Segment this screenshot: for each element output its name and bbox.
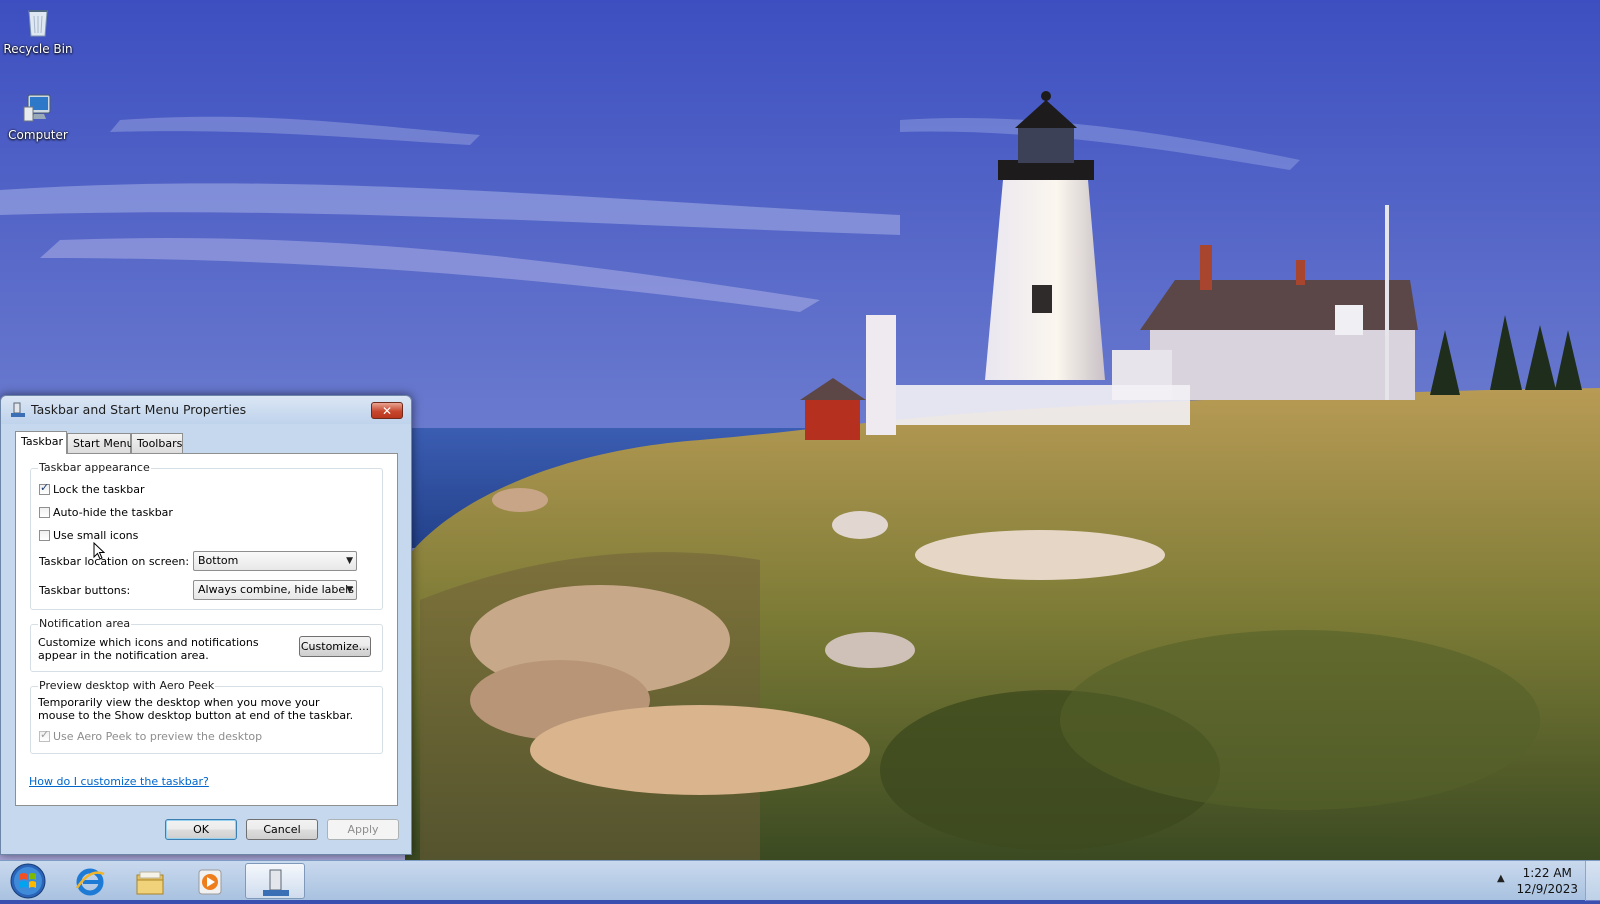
tab-page-taskbar: Taskbar appearance ✓ Lock the taskbar Aut… — [15, 453, 398, 806]
cancel-button[interactable]: Cancel — [246, 819, 318, 840]
taskbar-internet-explorer[interactable] — [62, 863, 118, 899]
checkbox-box[interactable] — [39, 507, 50, 518]
media-player-icon — [198, 869, 222, 895]
checkbox-box[interactable]: ✓ — [39, 481, 50, 495]
taskbar-properties-icon — [10, 402, 26, 418]
desktop-icon-label: Computer — [8, 128, 68, 142]
help-link[interactable]: How do I customize the taskbar? — [29, 775, 209, 788]
apply-button: Apply — [327, 819, 399, 840]
aero-peek-description: Temporarily view the desktop when you mo… — [38, 696, 354, 722]
buttons-label: Taskbar buttons: — [39, 584, 131, 597]
taskbar-buttons-select-value: Always combine, hide labels — [198, 583, 354, 596]
show-hidden-icons-button[interactable]: ▲ — [1497, 873, 1505, 884]
location-select-value: Bottom — [198, 554, 239, 567]
lock-taskbar-checkbox[interactable]: ✓ Lock the taskbar — [39, 481, 145, 496]
notification-area-group: Notification area Customize which icons … — [30, 617, 383, 672]
checkbox-label: Use Aero Peek to preview the desktop — [53, 730, 263, 743]
close-icon: ✕ — [381, 404, 393, 418]
desktop-icon-computer[interactable]: Computer — [0, 92, 76, 142]
chevron-down-icon: ▼ — [346, 585, 353, 595]
checkbox-label: Auto-hide the taskbar — [53, 506, 173, 519]
dialog-title: Taskbar and Start Menu Properties — [31, 402, 247, 417]
taskbar-properties-icon — [263, 869, 289, 896]
ok-button[interactable]: OK — [165, 819, 237, 840]
taskbar-properties-window[interactable] — [245, 863, 305, 899]
group-label: Taskbar appearance — [38, 461, 151, 474]
show-desktop-button[interactable] — [1585, 861, 1600, 901]
dialog-titlebar[interactable]: Taskbar and Start Menu Properties ✕ — [1, 396, 411, 424]
checkbox-label: Lock the taskbar — [53, 483, 145, 496]
mouse-cursor-icon — [93, 541, 106, 560]
taskbar-buttons-select[interactable]: Always combine, hide labels ▼ — [193, 580, 357, 600]
location-select[interactable]: Bottom ▼ — [193, 551, 357, 571]
checkbox-box[interactable] — [39, 530, 50, 541]
tab-taskbar[interactable]: Taskbar — [15, 431, 67, 454]
small-icons-checkbox[interactable]: Use small icons — [39, 529, 138, 542]
tab-toolbars[interactable]: Toolbars — [131, 433, 183, 453]
checkmark-icon: ✓ — [40, 728, 50, 741]
clock[interactable]: 1:22 AM 12/9/2023 — [1516, 865, 1578, 897]
checkbox-box: ✓ — [39, 728, 50, 742]
aero-peek-group: Preview desktop with Aero Peek Temporari… — [30, 679, 383, 754]
computer-icon — [22, 92, 54, 124]
desktop-icon-label: Recycle Bin — [3, 42, 73, 56]
checkmark-icon: ✓ — [40, 481, 50, 494]
internet-explorer-icon — [75, 868, 105, 896]
checkbox-label: Use small icons — [53, 529, 139, 542]
taskbar-media-player[interactable] — [182, 863, 238, 899]
taskbar-file-explorer[interactable] — [122, 863, 178, 899]
recycle-bin-icon — [22, 6, 54, 38]
chevron-down-icon: ▼ — [346, 556, 353, 566]
desktop-icon-recycle-bin[interactable]: Recycle Bin — [0, 6, 76, 56]
taskbar-properties-dialog: Taskbar and Start Menu Properties ✕ Task… — [0, 395, 412, 855]
taskbar: ▲ 1:22 AM 12/9/2023 — [0, 860, 1600, 901]
notification-description: Customize which icons and notifications … — [38, 636, 259, 662]
location-label: Taskbar location on screen: — [39, 555, 190, 568]
tab-start-menu[interactable]: Start Menu — [67, 433, 134, 453]
aero-peek-checkbox: ✓ Use Aero Peek to preview the desktop — [39, 728, 263, 743]
start-orb-icon — [10, 863, 46, 899]
clock-date: 12/9/2023 — [1516, 882, 1578, 896]
file-explorer-icon — [136, 871, 164, 895]
auto-hide-checkbox[interactable]: Auto-hide the taskbar — [39, 506, 173, 519]
close-button[interactable]: ✕ — [371, 402, 403, 419]
taskbar-appearance-group: Taskbar appearance ✓ Lock the taskbar Aut… — [30, 461, 383, 610]
start-button[interactable] — [4, 861, 50, 901]
customize-button[interactable]: Customize... — [299, 636, 371, 657]
clock-time: 1:22 AM — [1522, 866, 1572, 880]
group-label: Preview desktop with Aero Peek — [38, 679, 216, 692]
group-label: Notification area — [38, 617, 132, 630]
